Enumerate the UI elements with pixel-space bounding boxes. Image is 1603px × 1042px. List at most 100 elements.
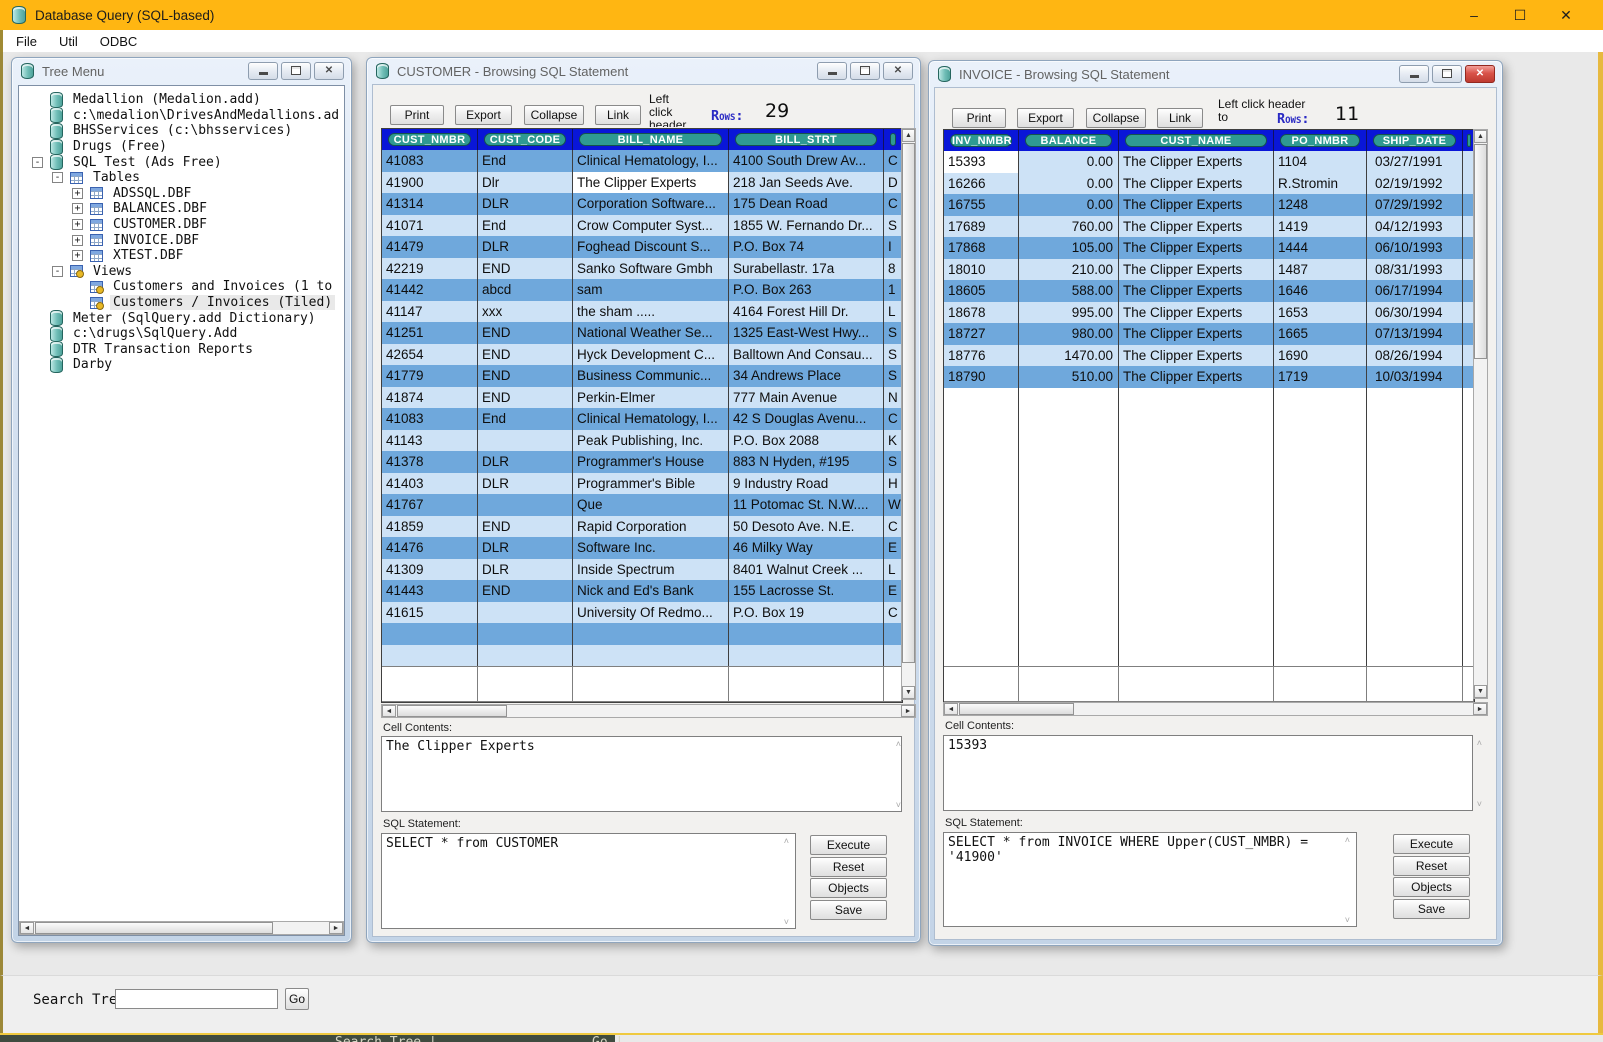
cell[interactable]: 8401 Walnut Creek ... (729, 559, 884, 581)
cell[interactable]: Rapid Corporation (573, 516, 729, 538)
cell[interactable]: K (884, 430, 902, 452)
tree-horizontal-scrollbar[interactable]: ◄ ► (19, 921, 344, 935)
cell-contents-box[interactable]: The Clipper Experts (381, 736, 902, 812)
cell[interactable]: 04/12/1993 (1367, 216, 1463, 238)
cell[interactable] (884, 645, 902, 667)
scroll-right-icon[interactable]: ► (329, 922, 343, 934)
scroll-left-icon[interactable]: ◄ (944, 703, 958, 715)
cell[interactable]: the sham ..... (573, 301, 729, 323)
cell[interactable]: 07/29/1992 (1367, 194, 1463, 216)
cell[interactable]: 18678 (944, 302, 1019, 324)
column-header[interactable]: BALANCE (1019, 130, 1119, 151)
table-row[interactable]: 41378 DLR Programmer's House 883 N Hyden… (382, 451, 902, 473)
menu-item[interactable]: Util (59, 34, 78, 49)
cell[interactable]: Software Inc. (573, 537, 729, 559)
scrollbar-thumb[interactable] (902, 143, 915, 663)
column-header-pill[interactable]: CUST_NMBR (388, 133, 471, 146)
chevron-down-icon[interactable]: ˅ (1345, 916, 1350, 925)
action-button[interactable]: Reset (1393, 856, 1470, 876)
close-button[interactable]: ✕ (1465, 65, 1495, 83)
chevron-down-icon[interactable]: ˅ (1477, 800, 1482, 809)
table-row[interactable]: 41615 University Of Redmo... P.O. Box 19… (382, 602, 902, 624)
cell[interactable]: The Clipper Experts (1119, 194, 1274, 216)
cell[interactable]: 41874 (382, 387, 478, 409)
table-row[interactable]: 41443 END Nick and Ed's Bank 155 Lacross… (382, 580, 902, 602)
cell[interactable]: abcd (478, 279, 573, 301)
table-row[interactable]: 18727 980.00 The Clipper Experts 1665 07… (944, 323, 1474, 345)
cell[interactable] (573, 623, 729, 645)
cell[interactable]: 41251 (382, 322, 478, 344)
table-row[interactable]: 41479 DLR Foghead Discount S... P.O. Box… (382, 236, 902, 258)
cell[interactable] (1274, 667, 1367, 702)
tree-item[interactable]: Drugs (Free) (19, 139, 344, 155)
column-header[interactable]: PO_NMBR (1274, 130, 1367, 151)
cell[interactable]: 41442 (382, 279, 478, 301)
cell[interactable]: C (884, 408, 902, 430)
cell[interactable] (944, 667, 1019, 702)
cell[interactable]: 760.00 (1019, 216, 1119, 238)
cell[interactable]: 41779 (382, 365, 478, 387)
table-row[interactable]: 41403 DLR Programmer's Bible 9 Industry … (382, 473, 902, 495)
cell[interactable]: 41083 (382, 408, 478, 430)
tree-item[interactable]: c:\drugs\SqlQuery.Add (19, 326, 344, 342)
chevron-down-icon[interactable]: ˅ (896, 801, 901, 810)
cell[interactable]: 06/10/1993 (1367, 237, 1463, 259)
cell[interactable]: 02/19/1992 (1367, 173, 1463, 195)
cell[interactable]: Peak Publishing, Inc. (573, 430, 729, 452)
menu-item[interactable]: ODBC (100, 34, 138, 49)
tree-item[interactable]: BHSServices (c:\bhsservices) (19, 123, 344, 139)
customer-vertical-scrollbar[interactable]: ▲ ▼ (901, 128, 916, 700)
cell[interactable]: Corporation Software... (573, 193, 729, 215)
cell[interactable]: E (884, 580, 902, 602)
restore-button[interactable] (281, 62, 311, 80)
invoice-horizontal-scrollbar[interactable]: ◄ ► (943, 702, 1488, 716)
cell[interactable]: Inside Spectrum (573, 559, 729, 581)
cell[interactable]: 41147 (382, 301, 478, 323)
table-row[interactable]: 41874 END Perkin-Elmer 777 Main Avenue N (382, 387, 902, 409)
table-row[interactable]: 41309 DLR Inside Spectrum 8401 Walnut Cr… (382, 559, 902, 581)
cell[interactable]: C (884, 193, 902, 215)
cell[interactable]: N (884, 387, 902, 409)
cell[interactable]: 1 (884, 279, 902, 301)
table-row[interactable]: 17689 760.00 The Clipper Experts 1419 04… (944, 216, 1474, 238)
tree-item[interactable]: + ADSSQL.DBF (19, 186, 344, 202)
cell[interactable]: 4100 South Drew Av... (729, 150, 884, 172)
minimize-button[interactable] (1399, 65, 1429, 83)
cell[interactable]: 03/27/1991 (1367, 151, 1463, 173)
cell-contents-box[interactable]: 15393 (943, 735, 1473, 811)
tree-item[interactable]: - Views (19, 264, 344, 280)
cell[interactable]: xxx (478, 301, 573, 323)
cell[interactable]: Clinical Hematology, I... (573, 150, 729, 172)
customer-horizontal-scrollbar[interactable]: ◄ ► (381, 704, 916, 718)
chevron-up-icon[interactable]: ˄ (784, 837, 789, 846)
cell[interactable]: END (478, 365, 573, 387)
scrollbar-thumb[interactable] (397, 705, 507, 717)
table-row[interactable]: 15393 0.00 The Clipper Experts 1104 03/2… (944, 151, 1474, 173)
cell[interactable]: Business Communic... (573, 365, 729, 387)
cell[interactable]: The Clipper Experts (573, 172, 729, 194)
tree-item[interactable]: Meter (SqlQuery.add Dictionary) (19, 310, 344, 326)
print-button[interactable]: Print (952, 108, 1006, 128)
sql-statement-box[interactable]: SELECT * from CUSTOMER (381, 833, 796, 929)
maximize-icon[interactable]: ☐ (1497, 7, 1543, 24)
tree-item[interactable]: c:\medalion\DrivesAndMedallions.ad (19, 108, 344, 124)
cell[interactable]: D (884, 172, 902, 194)
cell[interactable]: 17868 (944, 237, 1019, 259)
cell[interactable]: Foghead Discount S... (573, 236, 729, 258)
cell[interactable]: 1248 (1274, 194, 1367, 216)
column-header[interactable]: SHIP_DATE (1367, 130, 1463, 151)
table-row[interactable]: 41083 End Clinical Hematology, I... 42 S… (382, 408, 902, 430)
invoice-vertical-scrollbar[interactable]: ▲ ▼ (1473, 129, 1488, 699)
cell[interactable] (478, 494, 573, 516)
table-row[interactable]: 41859 END Rapid Corporation 50 Desoto Av… (382, 516, 902, 538)
cell[interactable]: End (478, 150, 573, 172)
column-header[interactable]: CUST_CODE (478, 129, 573, 150)
cell[interactable]: 0.00 (1019, 194, 1119, 216)
tree-item[interactable]: - Tables (19, 170, 344, 186)
cell[interactable]: DLR (478, 537, 573, 559)
cell[interactable]: S (884, 215, 902, 237)
cell[interactable] (1119, 667, 1274, 702)
tree-item[interactable]: + CUSTOMER.DBF (19, 217, 344, 233)
cell[interactable]: 18605 (944, 280, 1019, 302)
cell[interactable] (478, 667, 573, 702)
